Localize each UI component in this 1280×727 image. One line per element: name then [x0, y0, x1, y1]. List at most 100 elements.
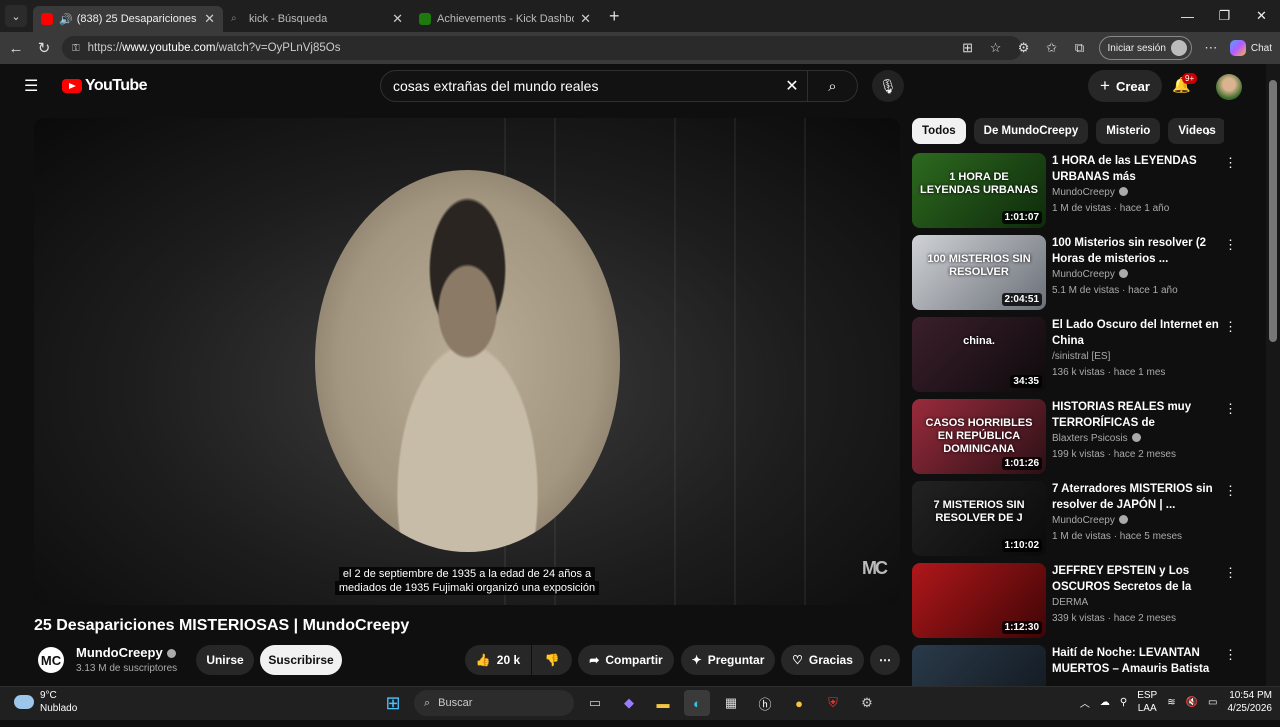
- chip-misterio[interactable]: Misterio: [1096, 118, 1161, 144]
- share-button[interactable]: ➦ Compartir: [578, 645, 674, 675]
- recommended-title[interactable]: JEFFREY EPSTEIN y Los OSCUROS Secretos d…: [1052, 563, 1220, 595]
- more-vert-icon[interactable]: ⋮: [1224, 319, 1237, 335]
- video-thumbnail[interactable]: china. 34:35: [912, 317, 1046, 392]
- recommended-title[interactable]: HISTORIAS REALES muy TERRORÍFICAS de REP…: [1052, 399, 1220, 431]
- collections-icon[interactable]: ⧉: [1071, 40, 1089, 56]
- recommended-title[interactable]: 1 HORA de las LEYENDAS URBANAS más ATERR…: [1052, 153, 1220, 185]
- recommended-channel[interactable]: Blaxters Psicosis: [1052, 433, 1141, 444]
- refresh-icon[interactable]: ↻: [30, 39, 58, 57]
- maximize-icon[interactable]: ❐: [1206, 0, 1243, 32]
- recommended-video[interactable]: 100 MISTERIOS SIN RESOLVER 2:04:51 100 Mis…: [912, 235, 1242, 317]
- usb-icon[interactable]: ⚲: [1120, 697, 1127, 708]
- close-tab-icon[interactable]: ✕: [204, 11, 215, 27]
- chip-todos[interactable]: Todos: [912, 118, 966, 144]
- recommended-channel[interactable]: MundoCreepy: [1052, 269, 1128, 280]
- site-info-icon[interactable]: ⚿: [72, 43, 80, 54]
- app-available-icon[interactable]: ⊞: [959, 40, 977, 56]
- notifications-button[interactable]: 🔔 9+: [1172, 73, 1198, 94]
- video-thumbnail[interactable]: 7 MISTERIOS SIN RESOLVER DE J 1:10:02: [912, 481, 1046, 556]
- tab-youtube[interactable]: 🔊 (838) 25 Desapariciones MISTERIOSAS | …: [33, 6, 223, 32]
- edge-icon[interactable]: ◐: [684, 690, 710, 716]
- channel-watermark[interactable]: MC: [862, 558, 888, 579]
- back-icon[interactable]: ←: [2, 40, 30, 57]
- copilot-icon[interactable]: ◆: [616, 690, 642, 716]
- video-player[interactable]: el 2 de septiembre de 1935 a la edad de …: [34, 118, 900, 605]
- clear-search-icon[interactable]: ✕: [777, 76, 807, 96]
- scrollbar-thumb[interactable]: [1269, 80, 1277, 342]
- more-options-icon[interactable]: ⋯: [1202, 40, 1220, 56]
- more-vert-icon[interactable]: ⋮: [1224, 483, 1237, 499]
- tab-bing-search[interactable]: ⌕ kick - Búsqueda ✕: [223, 6, 411, 32]
- ask-button[interactable]: ✦ Preguntar: [681, 645, 775, 675]
- language-indicator[interactable]: ESP LAA: [1137, 689, 1157, 715]
- copilot-chat-button[interactable]: Chat: [1229, 40, 1272, 56]
- subscribe-button[interactable]: Suscribirse: [260, 645, 342, 675]
- extensions-icon[interactable]: ⚙: [1015, 40, 1033, 56]
- thanks-button[interactable]: ♡ Gracias: [781, 645, 864, 675]
- recommended-channel[interactable]: MundoCreepy: [1052, 515, 1128, 526]
- recommended-video[interactable]: 1 HORA DE LEYENDAS URBANAS 1:01:07 1 HORA …: [912, 153, 1242, 235]
- settings-icon[interactable]: ⚙: [854, 690, 880, 716]
- favorites-icon[interactable]: ✩: [1043, 40, 1061, 56]
- weather-widget[interactable]: 9°C Nublado: [14, 689, 77, 715]
- more-actions-button[interactable]: ⋯: [870, 645, 900, 675]
- video-thumbnail[interactable]: 100 MISTERIOS SIN RESOLVER 2:04:51: [912, 235, 1046, 310]
- favorite-star-icon[interactable]: ☆: [987, 40, 1005, 56]
- channel-name[interactable]: MundoCreepy: [76, 645, 176, 660]
- show-hidden-icons-icon[interactable]: ︿: [1080, 695, 1090, 710]
- recommended-title[interactable]: El Lado Oscuro del Internet en China: [1052, 317, 1220, 349]
- recommended-channel[interactable]: MundoCreepy: [1052, 187, 1128, 198]
- tab-kick-dashboard[interactable]: Achievements - Kick Dashboard ✕: [411, 6, 599, 32]
- more-vert-icon[interactable]: ⋮: [1224, 401, 1237, 417]
- chip-videos[interactable]: Videos: [1168, 118, 1224, 144]
- more-vert-icon[interactable]: ⋮: [1224, 647, 1237, 663]
- security-shield-icon[interactable]: ⛨: [820, 690, 846, 716]
- chrome-icon[interactable]: ●: [786, 690, 812, 716]
- recommended-video[interactable]: CASOS HORRIBLES EN REPÚBLICA DOMINICANA 1…: [912, 399, 1242, 481]
- user-avatar[interactable]: [1216, 74, 1242, 100]
- sign-in-button[interactable]: Iniciar sesión: [1098, 36, 1192, 60]
- onedrive-icon[interactable]: ☁: [1100, 697, 1110, 708]
- video-thumbnail[interactable]: CASOS HORRIBLES EN REPÚBLICA DOMINICANA 1…: [912, 399, 1046, 474]
- close-window-icon[interactable]: ✕: [1243, 0, 1280, 32]
- task-view-icon[interactable]: ▭: [582, 690, 608, 716]
- recommended-video[interactable]: china. 34:35 El Lado Oscuro del Internet e…: [912, 317, 1242, 399]
- hp-icon[interactable]: ⓗ: [752, 690, 778, 716]
- store-icon[interactable]: ▦: [718, 690, 744, 716]
- channel-avatar[interactable]: MC: [38, 647, 64, 673]
- file-explorer-icon[interactable]: ▬: [650, 690, 676, 716]
- recommended-channel[interactable]: /sinistral [ES]: [1052, 351, 1110, 362]
- clock[interactable]: 10:54 PM 4/25/2026: [1228, 689, 1273, 715]
- more-vert-icon[interactable]: ⋮: [1224, 155, 1237, 171]
- url-field[interactable]: ⚿ https://www.youtube.com/watch?v=OyPLnV…: [62, 36, 1022, 60]
- windows-start-icon[interactable]: ⊞: [380, 690, 406, 716]
- dislike-button[interactable]: 👎: [532, 645, 572, 675]
- recommended-title[interactable]: 100 Misterios sin resolver (2 Horas de m…: [1052, 235, 1220, 267]
- recommended-title[interactable]: 7 Aterradores MISTERIOS sin resolver de …: [1052, 481, 1220, 513]
- create-button[interactable]: + Crear: [1088, 70, 1162, 102]
- taskbar-search[interactable]: ⌕ Buscar: [414, 690, 574, 716]
- chip-de-mundocreepy[interactable]: De MundoCreepy: [973, 118, 1089, 144]
- video-thumbnail[interactable]: 1 HORA DE LEYENDAS URBANAS 1:01:07: [912, 153, 1046, 228]
- video-thumbnail[interactable]: 1:12:30: [912, 563, 1046, 638]
- battery-icon[interactable]: ▭: [1208, 697, 1217, 708]
- like-button[interactable]: 👍 20 k: [465, 645, 531, 675]
- close-tab-icon[interactable]: ✕: [392, 11, 403, 27]
- recommended-video[interactable]: 1:12:30 JEFFREY EPSTEIN y Los OSCUROS Sec…: [912, 563, 1242, 645]
- join-button[interactable]: Unirse: [196, 645, 254, 675]
- page-scrollbar[interactable]: [1266, 64, 1280, 686]
- tab-actions-menu-icon[interactable]: ⌄: [5, 5, 27, 27]
- new-tab-icon[interactable]: +: [609, 6, 620, 27]
- chevron-right-icon[interactable]: ›: [1206, 124, 1210, 139]
- recommended-channel[interactable]: DERMA: [1052, 597, 1088, 608]
- recommended-title[interactable]: Haití de Noche: LEVANTAN MUERTOS – Amaur…: [1052, 645, 1220, 677]
- more-vert-icon[interactable]: ⋮: [1224, 237, 1237, 253]
- speaker-icon[interactable]: 🔊: [59, 13, 73, 26]
- wifi-icon[interactable]: ≋: [1167, 697, 1175, 708]
- recommended-video[interactable]: 7 MISTERIOS SIN RESOLVER DE J 1:10:02 7 At…: [912, 481, 1242, 563]
- minimize-icon[interactable]: —: [1169, 0, 1206, 32]
- more-vert-icon[interactable]: ⋮: [1224, 565, 1237, 581]
- search-button[interactable]: ⌕: [807, 71, 857, 101]
- voice-search-button[interactable]: 🎙: [872, 70, 904, 102]
- close-tab-icon[interactable]: ✕: [580, 11, 591, 27]
